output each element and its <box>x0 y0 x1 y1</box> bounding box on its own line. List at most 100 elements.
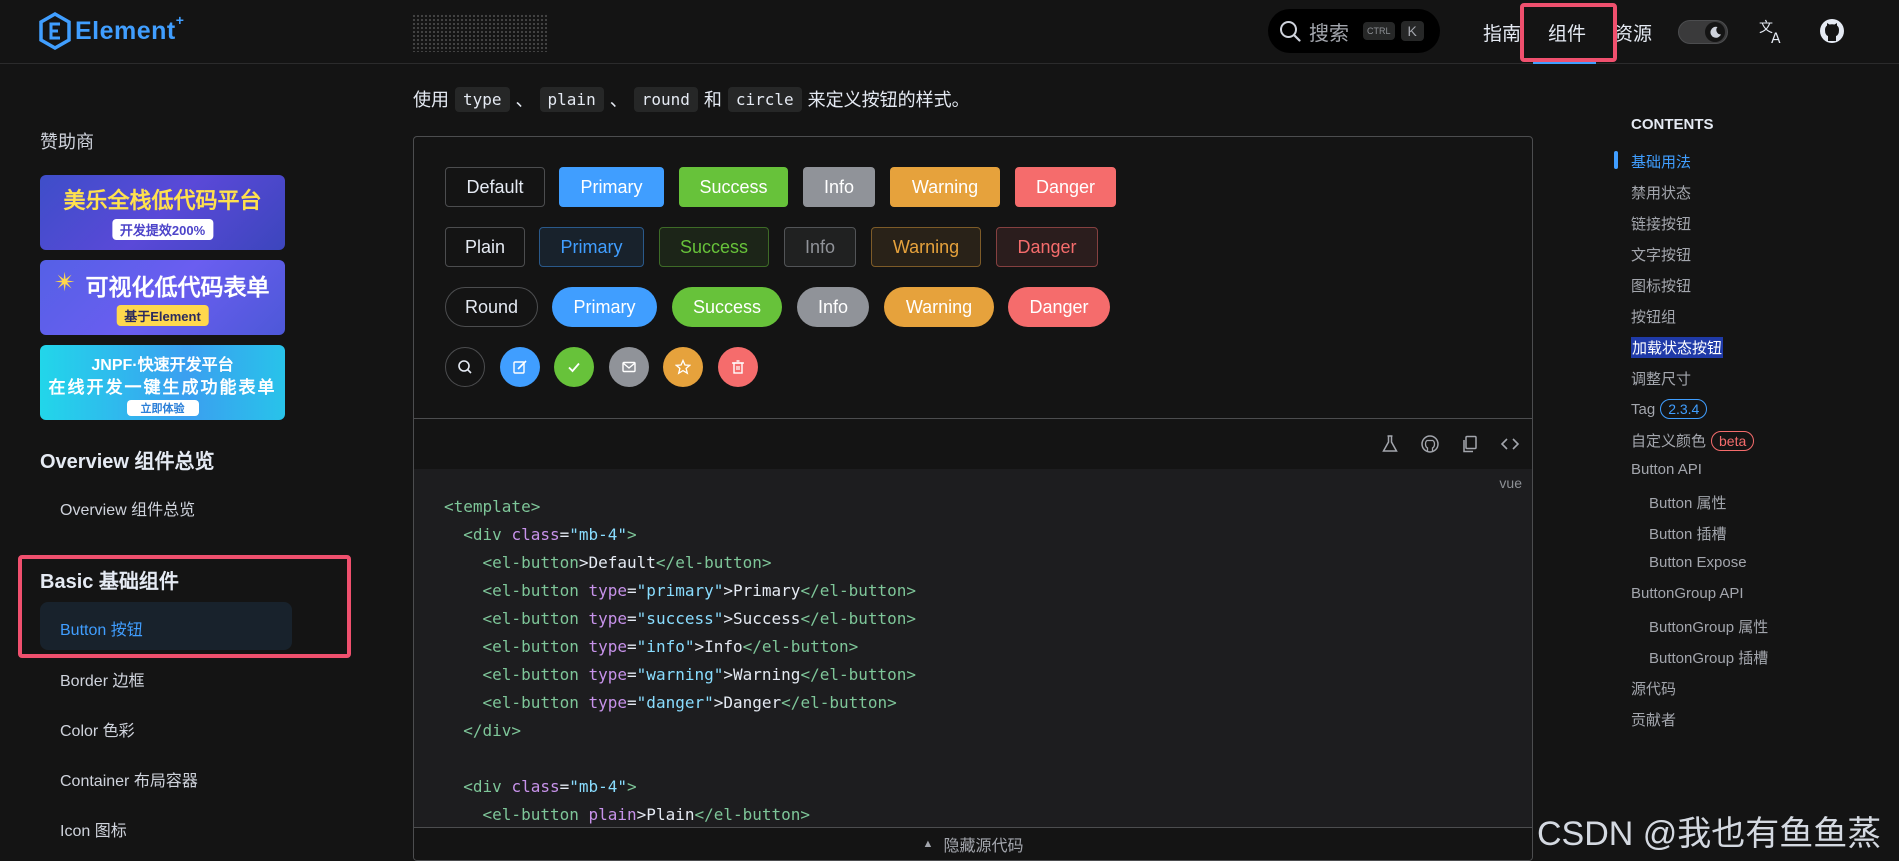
toc-item[interactable]: 基础用法 <box>1631 151 1691 172</box>
plain-danger-button[interactable]: Danger <box>996 227 1098 267</box>
plain-warning-button[interactable]: Warning <box>871 227 981 267</box>
round-danger-button[interactable]: Danger <box>1008 287 1110 327</box>
toc-item[interactable]: Button 属性 <box>1649 492 1727 513</box>
toc-item[interactable]: 源代码 <box>1631 678 1676 699</box>
code-content: <template> <div class="mb-4"> <el-button… <box>444 493 916 829</box>
toc-active-marker <box>1614 151 1618 169</box>
code-token: <el-button <box>482 805 589 824</box>
toc-item[interactable]: Tag 2.3.4 <box>1631 399 1708 419</box>
circle-check-button[interactable] <box>554 347 594 387</box>
copy-icon[interactable] <box>1460 434 1480 454</box>
toc-item[interactable]: 贡献者 <box>1631 709 1676 730</box>
theme-toggle[interactable] <box>1678 20 1728 44</box>
code-token: = <box>627 665 637 684</box>
code-line: </div> <box>444 717 916 745</box>
circle-delete-button[interactable] <box>718 347 758 387</box>
plain-success-button[interactable]: Success <box>659 227 769 267</box>
search-box[interactable]: 搜索 CTRL K <box>1268 9 1440 53</box>
code-token: <el-button <box>482 693 589 712</box>
code-token: >Success <box>723 609 801 628</box>
code-token: </div> <box>463 721 522 740</box>
sponsor-ad-2[interactable]: ✴ 可视化低代码表单 基于Element <box>40 260 285 335</box>
sidebar-item-container[interactable]: Container 布局容器 <box>60 767 198 791</box>
ad-3-subtitle: 在线开发一键生成功能表单 <box>48 378 277 397</box>
plain-primary-button[interactable]: Primary <box>539 227 644 267</box>
toc-item[interactable]: 图标按钮 <box>1631 275 1691 296</box>
primary-button[interactable]: Primary <box>559 167 664 207</box>
code-token: "mb-4" <box>569 525 628 544</box>
toc-title: CONTENTS <box>1631 116 1714 133</box>
toc-item[interactable]: ButtonGroup 属性 <box>1649 616 1768 637</box>
sidebar-item-overview[interactable]: Overview 组件总览 <box>60 496 195 520</box>
round-button[interactable]: Round <box>445 287 538 327</box>
circle-edit-button[interactable] <box>500 347 540 387</box>
toc-item[interactable]: Button API <box>1631 461 1702 478</box>
translate-icon[interactable]: 文 A <box>1758 17 1786 45</box>
sidebar-item-border[interactable]: Border 边框 <box>60 667 144 691</box>
info-button[interactable]: Info <box>803 167 875 207</box>
code-token: type <box>588 693 628 712</box>
code-token: = <box>627 693 637 712</box>
warning-button[interactable]: Warning <box>890 167 1000 207</box>
toc-item[interactable]: ButtonGroup API <box>1631 585 1744 602</box>
toc-item-label: 自定义颜色 <box>1631 433 1707 450</box>
toc-item[interactable]: 自定义颜色 beta <box>1631 430 1755 451</box>
plain-info-button[interactable]: Info <box>784 227 856 267</box>
toc-item[interactable]: 按钮组 <box>1631 306 1676 327</box>
toc-item-label: Button API <box>1631 461 1702 478</box>
code-token: > <box>627 525 637 544</box>
sidebar-item-icon[interactable]: Icon 图标 <box>60 817 127 841</box>
search-shortcut-ctrl: CTRL <box>1363 22 1395 40</box>
delete-icon <box>732 360 744 374</box>
plain-button[interactable]: Plain <box>445 227 525 267</box>
demo-preview: Default Primary Success Info Warning Dan… <box>414 137 1532 419</box>
code-token: class <box>511 525 560 544</box>
logo[interactable]: Element + <box>38 12 184 50</box>
toc-item-label: Button 属性 <box>1649 495 1727 512</box>
star-icon <box>675 359 691 375</box>
github-icon[interactable] <box>1818 17 1846 45</box>
nav-guide[interactable]: 指南 <box>1483 19 1521 46</box>
code-icon[interactable] <box>1500 434 1520 454</box>
code-token: <div <box>463 525 512 544</box>
code-token: type <box>588 581 628 600</box>
toc-item[interactable]: Button Expose <box>1649 554 1747 571</box>
round-primary-button[interactable]: Primary <box>552 287 657 327</box>
success-button[interactable]: Success <box>679 167 788 207</box>
logo-text: Element <box>75 16 176 45</box>
sponsor-ad-1[interactable]: 美乐全栈低代码平台 开发提效200% <box>40 175 285 250</box>
toc-item[interactable]: ButtonGroup 插槽 <box>1649 647 1768 668</box>
ad-3-pill: 立即体验 <box>126 400 199 416</box>
toc-item[interactable]: 链接按钮 <box>1631 213 1691 234</box>
flask-icon[interactable] <box>1380 434 1400 454</box>
toc-item-label: 图标按钮 <box>1631 278 1692 295</box>
code-token: type <box>588 637 628 656</box>
circle-message-button[interactable] <box>609 347 649 387</box>
code-token: >Default <box>578 553 656 572</box>
round-success-button[interactable]: Success <box>672 287 782 327</box>
toc-item[interactable]: 加载状态按钮 <box>1631 337 1724 358</box>
code-token: </el-button> <box>694 805 811 824</box>
github-icon[interactable] <box>1420 434 1440 454</box>
round-info-button[interactable]: Info <box>797 287 869 327</box>
danger-button[interactable]: Danger <box>1015 167 1116 207</box>
round-warning-button[interactable]: Warning <box>884 287 994 327</box>
code-line: <el-button type="success">Success</el-bu… <box>444 605 917 633</box>
hide-source-button[interactable]: ▲ 隐藏源代码 <box>414 827 1532 860</box>
sponsor-ad-3[interactable]: JNPF·快速开发平台 在线开发一键生成功能表单 立即体验 <box>40 345 285 420</box>
code-token: </el-button> <box>655 553 772 572</box>
circle-star-button[interactable] <box>663 347 703 387</box>
circle-search-button[interactable] <box>445 347 485 387</box>
sidebar-item-color[interactable]: Color 色彩 <box>60 717 135 741</box>
toc-item[interactable]: 文字按钮 <box>1631 244 1691 265</box>
toc-item[interactable]: 禁用状态 <box>1631 182 1691 203</box>
default-button[interactable]: Default <box>445 167 545 207</box>
toc-item[interactable]: Button 插槽 <box>1649 523 1727 544</box>
code-token: </el-button> <box>742 637 859 656</box>
toc-item[interactable]: 调整尺寸 <box>1631 368 1691 389</box>
nav-resources[interactable]: 资源 <box>1614 19 1652 46</box>
